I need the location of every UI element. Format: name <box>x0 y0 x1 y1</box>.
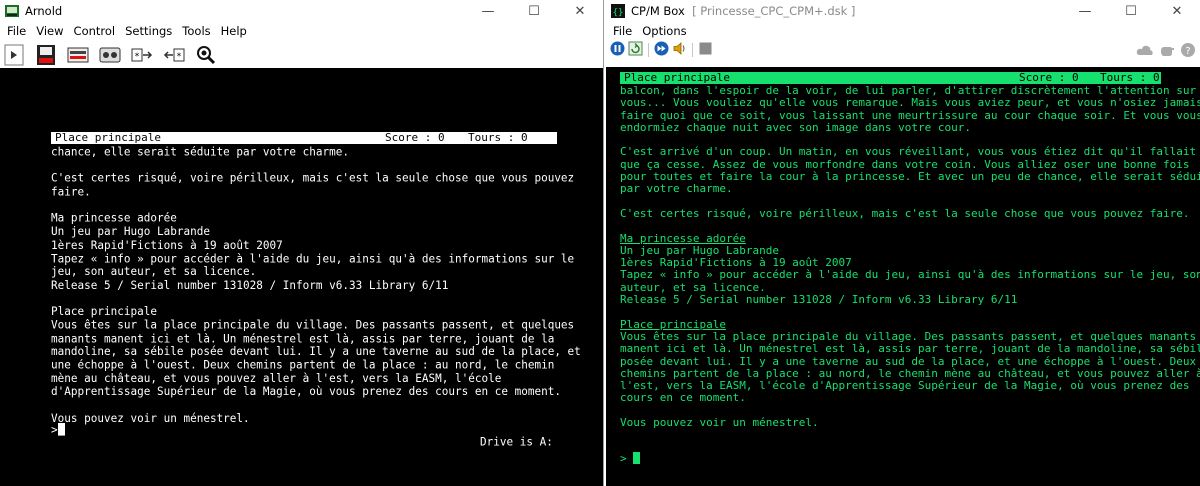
menu-help[interactable]: Help <box>216 22 252 41</box>
screen-text-line: une échoppe à l'ouest. Deux chemins part… <box>51 358 555 372</box>
arnold-toolbar: * * <box>0 41 603 69</box>
arnold-app-icon <box>5 5 19 17</box>
cpmbox-app-icon: {} <box>611 4 625 18</box>
toolbar-separator <box>648 43 649 57</box>
status-score: Score : 0 <box>385 131 445 144</box>
status-location: Place principale <box>55 131 161 144</box>
screen-text-line <box>51 399 581 412</box>
screen-text-line: posée devant lui. Il y a une taverne au … <box>620 354 1197 368</box>
cpmbox-toolbar: ? <box>606 40 1200 60</box>
cpmbox-title: CP/M Box <box>631 4 685 18</box>
screen-text-line: C'est certes risqué, voire périlleux, ma… <box>51 171 575 186</box>
play-icon[interactable] <box>2 43 26 67</box>
toolbar-separator <box>692 43 693 57</box>
close-button[interactable]: ✕ <box>557 0 603 22</box>
screen-text-line: cours en ce moment. <box>620 391 746 405</box>
screen-text-line: Release 5 / Serial number 131028 / Infor… <box>620 293 1018 307</box>
menu-settings[interactable]: Settings <box>120 22 177 41</box>
text-cursor <box>633 452 641 464</box>
screen-text-line: Vous pouvez voir un ménestrel. <box>620 416 819 430</box>
screen-text-line: manent ici et là. Un ménestrel est là, a… <box>620 342 1200 356</box>
screen-text-line: Tapez « info » pour accéder à l'aide du … <box>620 268 1200 282</box>
screen-text-line: Release 5 / Serial number 131028 / Infor… <box>51 278 449 292</box>
svg-text:*: * <box>135 52 140 62</box>
status-turns: Tours : 0 <box>1100 71 1160 84</box>
screen-text-line <box>620 220 1200 232</box>
disk-drive-icon[interactable] <box>34 43 58 67</box>
maximize-button[interactable]: ☐ <box>1108 0 1154 22</box>
svg-text:{}: {} <box>613 8 624 18</box>
screen-text-line: Place principale <box>51 304 157 319</box>
menu-control[interactable]: Control <box>69 22 121 41</box>
arnold-title: Arnold <box>25 4 63 18</box>
menu-options[interactable]: Options <box>637 22 691 41</box>
screen-text-line: Vous êtes sur la place principale du vil… <box>51 318 575 332</box>
cpmbox-disk-name: [ Princesse_CPC_CPM+.dsk ] <box>692 4 856 18</box>
disk-drive-2-icon[interactable] <box>66 43 90 67</box>
cloud-icon[interactable] <box>1136 44 1154 59</box>
snapshot-load-icon[interactable]: * <box>130 43 154 67</box>
status-location: Place principale <box>624 71 730 84</box>
screen-text-line: Vous pouvez voir un ménestrel. <box>51 411 250 426</box>
screen-text-line <box>620 306 1200 318</box>
cpmbox-toolbar-right: ? <box>1136 42 1196 61</box>
screen-text-line <box>620 429 1200 441</box>
cpmbox-status-bar: Place principale Score : 0 Tours : 0 <box>620 72 1161 84</box>
status-score: Score : 0 <box>1019 71 1079 84</box>
cpmbox-input-line[interactable]: > <box>620 452 641 465</box>
arnold-window: Arnold — ☐ ✕ File View Control Settings … <box>0 0 604 486</box>
screen-text-line: par votre charme. <box>620 182 733 196</box>
stop-icon[interactable] <box>698 41 713 59</box>
screen-text-line: C'est certes risqué, voire périlleux, ma… <box>620 206 1190 220</box>
screen-text-line: Un jeu par Hugo Labrande <box>51 224 210 239</box>
screen-heading-line: Ma princesse adorée <box>620 231 746 245</box>
fast-forward-icon[interactable] <box>654 41 669 59</box>
minimize-button[interactable]: — <box>1062 0 1108 22</box>
cpmbox-emulator-screen[interactable]: Place principale Score : 0 Tours : 0 bal… <box>606 67 1200 486</box>
arnold-game-text: chance, elle serait séduite par votre ch… <box>51 144 581 439</box>
help-icon[interactable]: ? <box>1180 42 1196 61</box>
text-cursor <box>57 423 65 436</box>
arnold-input-line[interactable]: > <box>51 423 65 437</box>
status-turns: Tours : 0 <box>468 131 528 144</box>
cpmbox-window: {} CP/M Box [ Princesse_CPC_CPM+.dsk ] —… <box>606 0 1200 486</box>
hand-icon[interactable] <box>1159 43 1175 60</box>
close-button[interactable]: ✕ <box>1154 0 1200 22</box>
arnold-titlebar[interactable]: Arnold — ☐ ✕ <box>0 0 603 22</box>
screen-text-line: d'Apprentissage Supérieur de la Magie, o… <box>51 384 561 399</box>
screen-text-line: jeu, son auteur, et sa licence. <box>51 264 257 279</box>
reset-icon[interactable] <box>628 41 643 59</box>
menu-tools[interactable]: Tools <box>177 22 215 41</box>
debugger-icon[interactable] <box>194 43 218 67</box>
screen-text-line: chance, elle serait séduite par votre ch… <box>51 144 350 159</box>
input-prompt: > <box>620 452 627 465</box>
input-prompt: > <box>51 423 58 437</box>
snapshot-save-icon[interactable]: * <box>162 43 186 67</box>
arnold-menubar: File View Control Settings Tools Help <box>0 22 603 41</box>
minimize-button[interactable]: — <box>465 0 511 22</box>
arnold-emulator-screen[interactable]: Place principale Score : 0 Tours : 0 cha… <box>0 68 603 486</box>
sound-icon[interactable] <box>672 41 687 59</box>
cpmbox-titlebar[interactable]: {} CP/M Box [ Princesse_CPC_CPM+.dsk ] —… <box>606 0 1200 22</box>
pause-icon[interactable] <box>610 41 625 59</box>
cpmbox-game-text: balcon, dans l'espoir de la voir, de lui… <box>620 84 1200 442</box>
drive-status: Drive is A: <box>480 434 553 449</box>
svg-text:?: ? <box>1185 46 1190 57</box>
screen-text-line: faire. <box>51 184 91 199</box>
screen-text-line: endormiez chaque nuit avec son image dan… <box>620 120 971 134</box>
tape-icon[interactable] <box>98 43 122 67</box>
svg-text:*: * <box>177 52 182 62</box>
screen-text-line: C'est arrivé d'un coup. Un matin, en vou… <box>620 145 1197 159</box>
screen-text-line: vous... Vous vouliez qu'elle vous remarq… <box>620 96 1200 110</box>
menu-file[interactable]: File <box>2 22 31 41</box>
arnold-status-bar: Place principale Score : 0 Tours : 0 <box>51 132 557 144</box>
screen-text-line: 1ères Rapid'Fictions à 19 août 2007 <box>51 238 283 252</box>
menu-view[interactable]: View <box>31 22 68 41</box>
menu-file[interactable]: File <box>608 22 637 41</box>
cpmbox-menubar: File Options <box>606 22 1200 40</box>
maximize-button[interactable]: ☐ <box>511 0 557 22</box>
